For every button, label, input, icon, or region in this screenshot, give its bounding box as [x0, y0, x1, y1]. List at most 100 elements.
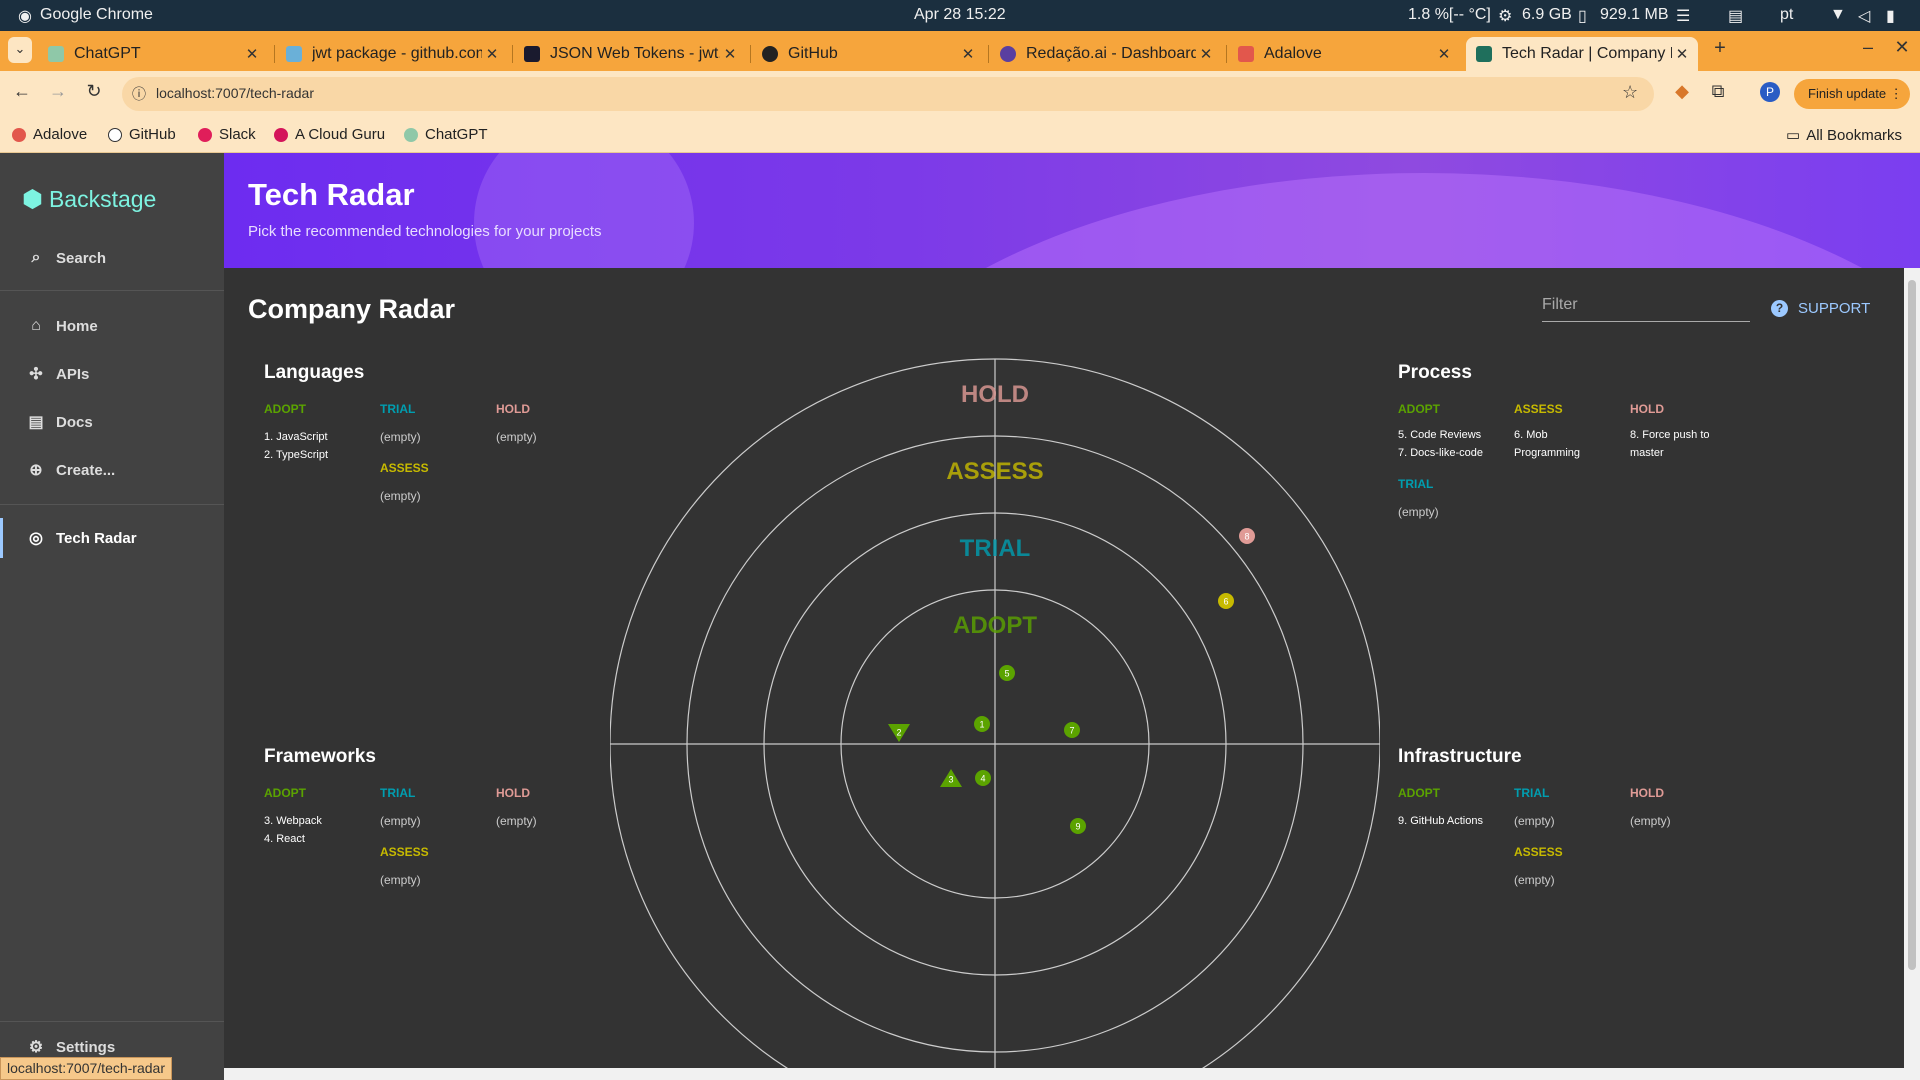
github-favicon-icon: [762, 46, 778, 62]
empty-text: (empty): [380, 430, 421, 444]
tab-jwt-package[interactable]: jwt package - github.com ✕: [276, 37, 508, 71]
blip-3[interactable]: 3: [940, 769, 962, 787]
close-tab-icon[interactable]: ✕: [482, 45, 502, 63]
profile-avatar[interactable]: P: [1760, 82, 1780, 102]
blip-7[interactable]: 7: [1064, 722, 1080, 738]
ring-assess: ASSESS (empty): [1514, 845, 1626, 887]
sidebar-search[interactable]: ⌕ Search: [0, 238, 224, 278]
close-tab-icon[interactable]: ✕: [958, 45, 978, 63]
bookmark-slack[interactable]: Slack: [198, 126, 256, 143]
bookmark-chatgpt[interactable]: ChatGPT: [404, 126, 488, 143]
entry-item[interactable]: 8. Force push to master: [1630, 426, 1730, 462]
blip-9[interactable]: 9: [1070, 818, 1086, 834]
clock[interactable]: Apr 28 15:22: [914, 6, 1006, 24]
entry-item[interactable]: 4. React: [264, 830, 376, 848]
tab-redacao[interactable]: Redação.ai - Dashboard ✕: [990, 37, 1222, 71]
metamask-extension-icon[interactable]: ◆: [1670, 81, 1694, 102]
swap-icon: ▯: [1578, 8, 1587, 25]
ring-assess: ASSESS (empty): [380, 845, 492, 887]
ring-adopt: ADOPT 3. Webpack 4. React: [264, 786, 376, 848]
tab-adalove[interactable]: Adalove ✕: [1228, 37, 1460, 71]
ring-trial: TRIAL (empty): [380, 402, 492, 444]
close-tab-icon[interactable]: ✕: [1672, 45, 1692, 63]
tab-label: Redação.ai - Dashboard: [1026, 45, 1196, 62]
wifi-icon[interactable]: ▼: [1830, 6, 1846, 24]
minimize-icon[interactable]: –: [1856, 37, 1880, 58]
empty-text: (empty): [1398, 505, 1439, 519]
support-button[interactable]: ? SUPPORT: [1771, 300, 1870, 317]
close-tab-icon[interactable]: ✕: [1196, 45, 1216, 63]
entry-item[interactable]: 7. Docs-like-code: [1398, 444, 1510, 462]
tab-search-icon[interactable]: ⌄: [8, 37, 32, 63]
all-bookmarks-button[interactable]: ▭ All Bookmarks: [1786, 126, 1902, 145]
close-tab-icon[interactable]: ✕: [720, 45, 740, 63]
sidebar-item-create[interactable]: ⊕ Create...: [0, 450, 224, 490]
ring-hold: HOLD 8. Force push to master: [1630, 402, 1730, 462]
blip-8[interactable]: 8: [1239, 528, 1255, 544]
scrollbar-thumb[interactable]: [1908, 280, 1916, 970]
url-text[interactable]: localhost:7007/tech-radar: [156, 85, 314, 101]
blip-4[interactable]: 4: [975, 770, 991, 786]
tab-jwt-io[interactable]: JSON Web Tokens - jwt.io ✕: [514, 37, 746, 71]
slack-icon: [198, 127, 212, 142]
new-tab-icon[interactable]: +: [1708, 37, 1732, 60]
entry-item[interactable]: 2. TypeScript: [264, 446, 376, 464]
clipboard-icon[interactable]: ▤: [1728, 6, 1743, 26]
blip-6[interactable]: 6: [1218, 593, 1234, 609]
blip-label: 7: [1069, 726, 1074, 736]
horizontal-scrollbar[interactable]: [224, 1068, 1920, 1080]
radar-icon: ◎: [29, 530, 43, 547]
docs-icon: ▤: [28, 414, 44, 431]
finish-update-button[interactable]: Finish update ⋮: [1794, 79, 1910, 109]
close-tab-icon[interactable]: ✕: [242, 45, 262, 63]
close-window-icon[interactable]: ✕: [1890, 37, 1914, 58]
bookmark-acloudguru[interactable]: A Cloud Guru: [274, 126, 385, 143]
forward-icon[interactable]: →: [46, 81, 70, 102]
empty-text: (empty): [380, 489, 421, 503]
home-icon: ⌂: [31, 317, 41, 334]
blip-5[interactable]: 5: [999, 665, 1015, 681]
back-icon[interactable]: ←: [10, 81, 34, 102]
ring-title: ASSESS: [1514, 402, 1563, 416]
sidebar-item-apis[interactable]: ✣ APIs: [0, 354, 224, 394]
empty-text: (empty): [1630, 814, 1671, 828]
sidebar-item-docs[interactable]: ▤ Docs: [0, 402, 224, 442]
reload-icon[interactable]: ↻: [82, 81, 106, 102]
browser-toolbar: ← → ↻ ⓘ localhost:7007/tech-radar ☆ ◆ ⧉ …: [0, 71, 1920, 117]
sidebar-item-settings[interactable]: ⚙ Settings: [0, 1035, 224, 1059]
site-info-icon[interactable]: ⓘ: [132, 84, 146, 104]
tab-strip: ⌄ ChatGPT ✕ jwt package - github.com ✕ J…: [0, 31, 1920, 71]
entry-list: 5. Code Reviews 7. Docs-like-code: [1398, 426, 1510, 462]
blip-1[interactable]: 1: [974, 716, 990, 732]
adalove-icon: [12, 127, 26, 142]
volume-icon[interactable]: ◁: [1858, 6, 1870, 26]
entry-item[interactable]: 6. Mob Programming: [1514, 426, 1610, 462]
filter-input[interactable]: Filter: [1542, 290, 1750, 322]
close-tab-icon[interactable]: ✕: [1434, 45, 1454, 63]
ring-assess: ASSESS (empty): [380, 461, 492, 503]
ring-adopt: ADOPT 9. GitHub Actions: [1398, 786, 1510, 830]
battery-icon[interactable]: ▮: [1886, 6, 1895, 26]
bookmark-github[interactable]: GitHub: [108, 126, 176, 143]
bookmark-star-icon[interactable]: ☆: [1622, 82, 1638, 103]
entry-item[interactable]: 3. Webpack: [264, 812, 376, 830]
bookmark-adalove[interactable]: Adalove: [12, 126, 87, 143]
entry-item[interactable]: 5. Code Reviews: [1398, 426, 1510, 444]
tab-tech-radar[interactable]: Tech Radar | Company Radar ✕: [1466, 37, 1698, 71]
sidebar-item-home[interactable]: ⌂ Home: [0, 306, 224, 346]
entry-item[interactable]: 9. GitHub Actions: [1398, 812, 1510, 830]
address-bar[interactable]: ⓘ localhost:7007/tech-radar ☆: [122, 77, 1654, 111]
language-indicator[interactable]: pt: [1780, 6, 1793, 24]
sidebar-item-tech-radar[interactable]: ◎ Tech Radar: [0, 518, 224, 558]
blip-label: 2: [896, 728, 901, 738]
blip-2[interactable]: 2: [888, 724, 910, 742]
entry-item[interactable]: 1. JavaScript: [264, 428, 376, 446]
ring-trial: TRIAL (empty): [380, 786, 492, 828]
brand-logo[interactable]: ⬢ Backstage: [22, 185, 156, 214]
tab-label: jwt package - github.com: [312, 45, 482, 62]
tab-chatgpt[interactable]: ChatGPT ✕: [38, 37, 268, 71]
vertical-scrollbar[interactable]: [1904, 268, 1920, 1068]
quadrant-infrastructure: Infrastructure ADOPT 9. GitHub Actions T…: [1398, 746, 1728, 887]
tab-github[interactable]: GitHub ✕: [752, 37, 984, 71]
extensions-icon[interactable]: ⧉: [1706, 81, 1730, 102]
